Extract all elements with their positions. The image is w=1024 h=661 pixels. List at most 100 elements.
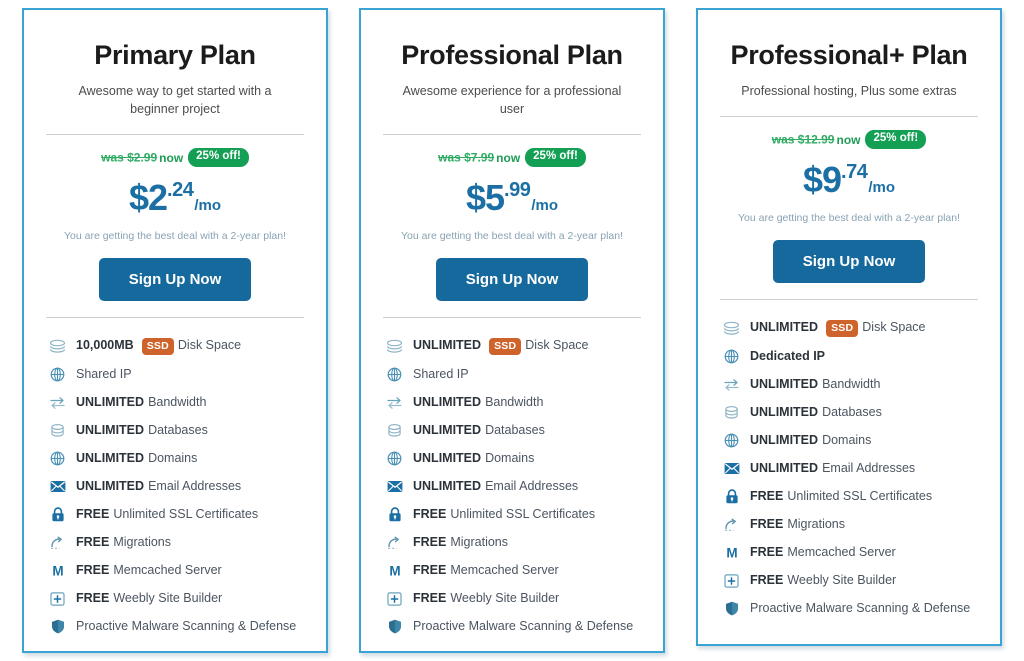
plan-title: Primary Plan <box>94 40 256 70</box>
old-price: was $7.99 <box>438 150 495 165</box>
old-price: was $2.99 <box>101 150 158 165</box>
feature-item: FREE Unlimited SSL Certificates <box>722 483 984 511</box>
feature-text: FREE Unlimited SSL Certificates <box>750 489 932 505</box>
feature-highlight: UNLIMITED <box>76 423 145 438</box>
feature-text: Proactive Malware Scanning & Defense <box>413 619 633 635</box>
feature-item: M FREE Memcached Server <box>385 557 647 585</box>
price-block: was $12.99 now 25% off! $9.74/mo You are get… <box>712 117 986 283</box>
feature-list: 10,000MB SSD Disk Space Shared IP UNLIMITED B… <box>38 318 312 641</box>
feature-text: UNLIMITED Databases <box>750 405 882 421</box>
feature-highlight: UNLIMITED <box>76 479 145 494</box>
plan-subtitle: Professional hosting, Plus some extras <box>741 84 957 99</box>
feature-item: Dedicated IP <box>722 343 984 371</box>
price-dollars: $2 <box>128 176 168 218</box>
deal-note: You are getting the best deal with a 2-y… <box>400 229 623 242</box>
price-block: was $7.99 now 25% off! $5.99/mo You are gett… <box>375 135 649 301</box>
feature-item: 10,000MB SSD Disk Space <box>48 332 310 361</box>
price-period: /mo <box>194 196 222 214</box>
globe-icon <box>722 433 741 449</box>
feature-item: UNLIMITED Email Addresses <box>385 473 647 501</box>
feature-highlight: FREE <box>750 488 784 503</box>
plan-title: Professional+ Plan <box>730 40 968 70</box>
globe-icon <box>722 349 741 365</box>
feature-item: UNLIMITED Domains <box>722 427 984 455</box>
feature-item: UNLIMITED Bandwidth <box>48 389 310 417</box>
globe-icon <box>48 367 67 383</box>
feature-highlight: FREE <box>76 535 110 550</box>
discount-badge: 25% off! <box>865 130 927 149</box>
discount-row: was $7.99 now 25% off! <box>375 148 649 168</box>
globe-icon <box>48 451 67 467</box>
weebly-plus-box-icon <box>385 591 404 607</box>
feature-label: Databases <box>148 423 208 438</box>
feature-label: Bandwidth <box>485 395 544 410</box>
old-price: was $12.99 <box>771 132 835 147</box>
disk-stack-icon <box>48 338 67 354</box>
now-label: now <box>496 150 521 165</box>
plan-subtitle: Awesome experience for a professional us… <box>402 84 622 117</box>
feature-label: Databases <box>822 404 882 419</box>
feature-highlight: UNLIMITED <box>413 395 482 410</box>
svg-text:M: M <box>52 564 63 579</box>
feature-item: UNLIMITED SSD Disk Space <box>385 332 647 361</box>
feature-highlight: FREE <box>413 563 447 578</box>
ssd-badge: SSD <box>826 319 859 337</box>
feature-item: Proactive Malware Scanning & Defense <box>48 613 310 641</box>
feature-text: FREE Weebly Site Builder <box>750 573 896 589</box>
feature-text: FREE Migrations <box>76 535 171 551</box>
feature-label: Proactive Malware Scanning & Defense <box>76 619 297 634</box>
padlock-icon <box>48 507 67 523</box>
feature-highlight: UNLIMITED <box>413 451 482 466</box>
feature-label: Bandwidth <box>822 376 881 391</box>
feature-text: UNLIMITED Email Addresses <box>750 461 915 477</box>
feature-highlight: UNLIMITED <box>413 479 482 494</box>
feature-highlight: UNLIMITED <box>750 404 819 419</box>
feature-text: FREE Memcached Server <box>750 545 896 561</box>
weebly-plus-box-icon <box>48 591 67 607</box>
feature-label: Email Addresses <box>822 460 916 475</box>
feature-label: Bandwidth <box>148 395 207 410</box>
feature-highlight: FREE <box>750 516 784 531</box>
feature-item: UNLIMITED SSD Disk Space <box>722 314 984 343</box>
feature-item: UNLIMITED Domains <box>385 445 647 473</box>
feature-highlight: FREE <box>413 591 447 606</box>
feature-item: UNLIMITED Domains <box>48 445 310 473</box>
ssd-badge: SSD <box>141 337 174 355</box>
database-icon <box>48 423 67 439</box>
feature-text: FREE Memcached Server <box>76 563 222 579</box>
sign-up-button[interactable]: Sign Up Now <box>98 257 252 301</box>
feature-text: UNLIMITED Email Addresses <box>413 479 578 495</box>
feature-item: M FREE Memcached Server <box>722 539 984 567</box>
feature-label: Disk Space <box>525 337 589 352</box>
feature-item: M FREE Memcached Server <box>48 557 310 585</box>
feature-text: Proactive Malware Scanning & Defense <box>76 619 296 635</box>
price-dollars: $5 <box>465 176 505 218</box>
svg-text:M: M <box>726 546 737 561</box>
feature-highlight: FREE <box>76 563 110 578</box>
feature-label: Domains <box>148 451 198 466</box>
feature-text: UNLIMITED Bandwidth <box>76 395 206 411</box>
feature-text: UNLIMITED Bandwidth <box>413 395 543 411</box>
feature-item: UNLIMITED Databases <box>722 399 984 427</box>
feature-item: FREE Migrations <box>722 511 984 539</box>
shield-icon <box>385 619 404 635</box>
feature-text: FREE Migrations <box>750 517 845 533</box>
current-price: $5.99/mo <box>375 176 649 218</box>
price-cents: .24 <box>167 178 194 201</box>
padlock-icon <box>722 489 741 505</box>
price-block: was $2.99 now 25% off! $2.24/mo You are gett… <box>38 135 312 301</box>
feature-item: Shared IP <box>48 361 310 389</box>
memcached-m-icon: M <box>385 563 404 579</box>
feature-item: UNLIMITED Databases <box>48 417 310 445</box>
feature-label: Migrations <box>450 535 509 550</box>
feature-highlight: FREE <box>76 591 110 606</box>
sign-up-button[interactable]: Sign Up Now <box>772 239 926 283</box>
feature-label: Email Addresses <box>148 479 242 494</box>
now-label: now <box>159 150 184 165</box>
sign-up-button[interactable]: Sign Up Now <box>435 257 589 301</box>
disk-stack-icon <box>385 338 404 354</box>
database-icon <box>722 405 741 421</box>
feature-label: Databases <box>485 423 545 438</box>
discount-row: was $12.99 now 25% off! <box>712 130 986 150</box>
feature-label: Proactive Malware Scanning & Defense <box>750 600 971 615</box>
